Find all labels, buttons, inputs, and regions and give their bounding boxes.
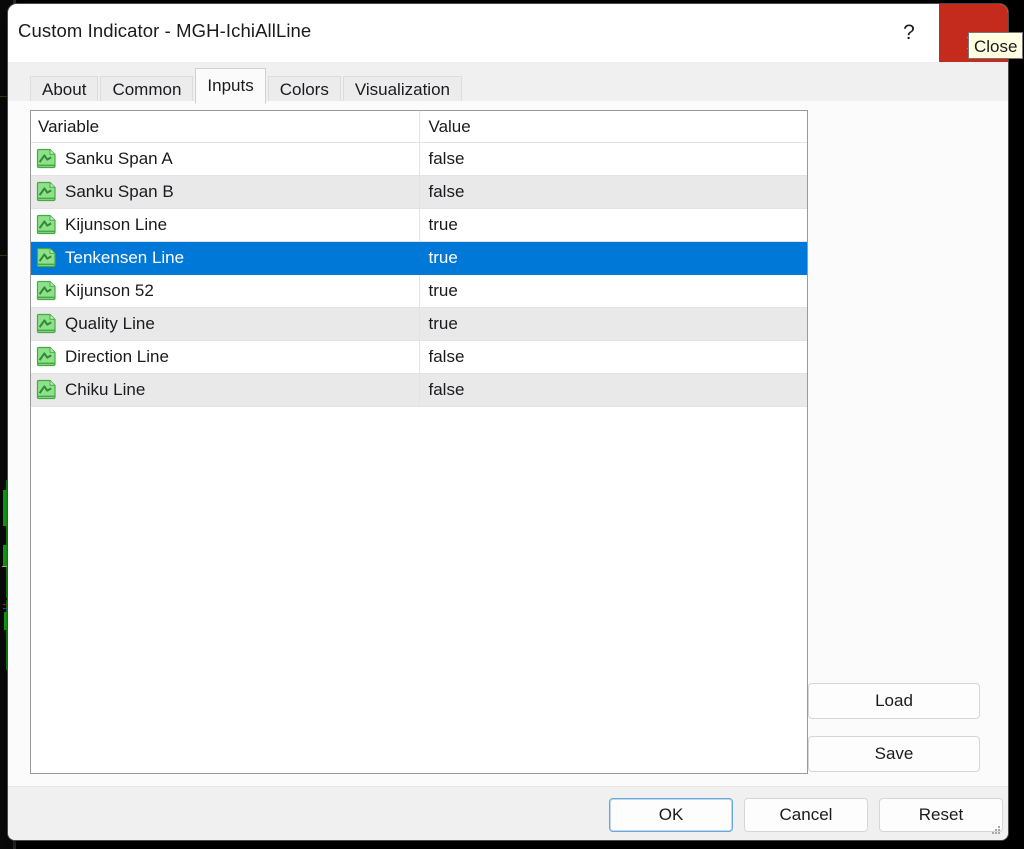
cell-variable[interactable]: Quality Line: [31, 307, 419, 341]
variable-label: Kijunson 52: [65, 281, 154, 300]
variable-cell-content: Tenkensen Line: [36, 247, 419, 269]
value-label: false: [428, 347, 465, 366]
indicator-input-icon: [36, 379, 56, 400]
indicator-input-icon: [36, 346, 56, 367]
cell-value[interactable]: true: [418, 307, 807, 341]
value-label: false: [428, 380, 465, 399]
reset-button[interactable]: Reset: [879, 798, 1003, 832]
variable-label: Tenkensen Line: [65, 248, 185, 267]
variable-cell-content: Chiku Line: [36, 379, 419, 401]
value-label: true: [428, 281, 458, 300]
variable-cell-content: Sanku Span A: [36, 148, 419, 170]
cancel-button[interactable]: Cancel: [744, 798, 868, 832]
variable-label: Sanku Span A: [65, 149, 173, 168]
tab-strip: About Common Inputs Colors Visualization: [8, 62, 1008, 104]
dialog-footer: OK Cancel Reset: [8, 786, 1008, 840]
cell-value[interactable]: false: [418, 373, 807, 407]
cell-variable[interactable]: Chiku Line: [31, 373, 419, 407]
cell-variable[interactable]: Tenkensen Line: [31, 241, 419, 275]
help-button[interactable]: ?: [879, 4, 939, 62]
table-row[interactable]: Sanku Span A false: [31, 142, 807, 176]
cell-variable[interactable]: Kijunson 52: [31, 274, 419, 308]
tab-colors[interactable]: Colors: [267, 76, 341, 104]
indicator-input-icon: [36, 181, 56, 202]
resize-grip[interactable]: [992, 826, 1000, 834]
cell-value[interactable]: true: [418, 208, 807, 242]
table-header-row: Variable Value: [31, 111, 807, 143]
table-row[interactable]: Quality Line true: [31, 307, 807, 341]
indicator-input-icon: [36, 247, 56, 268]
indicator-input-icon: [36, 214, 56, 235]
inputs-table: Variable Value Sanku Span Afalse Sanku Sp…: [31, 111, 807, 407]
tab-inputs[interactable]: Inputs: [195, 68, 266, 104]
cell-value[interactable]: false: [418, 340, 807, 374]
table-row[interactable]: Kijunson Line true: [31, 208, 807, 242]
tab-visualization[interactable]: Visualization: [342, 76, 462, 104]
table-row[interactable]: Chiku Line false: [31, 373, 807, 407]
cell-variable[interactable]: Sanku Span B: [31, 175, 419, 209]
tab-common[interactable]: Common: [100, 76, 194, 104]
ok-button[interactable]: OK: [609, 798, 733, 832]
dialog-titlebar[interactable]: Custom Indicator - MGH-IchiAllLine ?: [8, 4, 1008, 62]
custom-indicator-dialog: Custom Indicator - MGH-IchiAllLine ? Abo…: [8, 4, 1008, 840]
variable-label: Sanku Span B: [65, 182, 174, 201]
table-row[interactable]: Tenkensen Line true: [31, 241, 807, 275]
cell-value[interactable]: false: [418, 142, 807, 176]
table-row[interactable]: Sanku Span B false: [31, 175, 807, 209]
variable-cell-content: Direction Line: [36, 346, 419, 368]
column-header-variable: Variable: [31, 111, 419, 143]
variable-cell-content: Quality Line: [36, 313, 419, 335]
indicator-input-icon: [36, 313, 56, 334]
value-label: false: [428, 149, 465, 168]
cell-variable[interactable]: Kijunson Line: [31, 208, 419, 242]
cell-value[interactable]: false: [418, 175, 807, 209]
table-row[interactable]: Direction Line false: [31, 340, 807, 374]
load-button[interactable]: Load: [808, 683, 980, 719]
column-header-value: Value: [418, 111, 807, 143]
value-label: true: [428, 215, 458, 234]
table-row[interactable]: Kijunson 52 true: [31, 274, 807, 308]
indicator-input-icon: [36, 280, 56, 301]
value-label: true: [428, 314, 458, 333]
variable-label: Quality Line: [65, 314, 155, 333]
variable-cell-content: Kijunson 52: [36, 280, 419, 302]
cell-value[interactable]: true: [418, 274, 807, 308]
variable-cell-content: Sanku Span B: [36, 181, 419, 203]
tab-about[interactable]: About: [30, 76, 99, 104]
value-label: true: [428, 248, 458, 267]
variable-label: Kijunson Line: [65, 215, 168, 234]
indicator-input-icon: [36, 148, 56, 169]
cell-value[interactable]: true: [418, 241, 807, 275]
inputs-listbox[interactable]: Variable Value Sanku Span Afalse Sanku Sp…: [30, 110, 808, 774]
dialog-title: Custom Indicator - MGH-IchiAllLine: [18, 20, 312, 41]
save-button[interactable]: Save: [808, 736, 980, 772]
close-tooltip: Close: [968, 32, 1024, 59]
cell-variable[interactable]: Sanku Span A: [31, 142, 419, 176]
value-label: false: [428, 182, 465, 201]
variable-label: Direction Line: [65, 347, 169, 366]
variable-cell-content: Kijunson Line: [36, 214, 419, 236]
inputs-tab-panel: Variable Value Sanku Span Afalse Sanku Sp…: [8, 101, 1008, 786]
cell-variable[interactable]: Direction Line: [31, 340, 419, 374]
variable-label: Chiku Line: [65, 380, 146, 399]
